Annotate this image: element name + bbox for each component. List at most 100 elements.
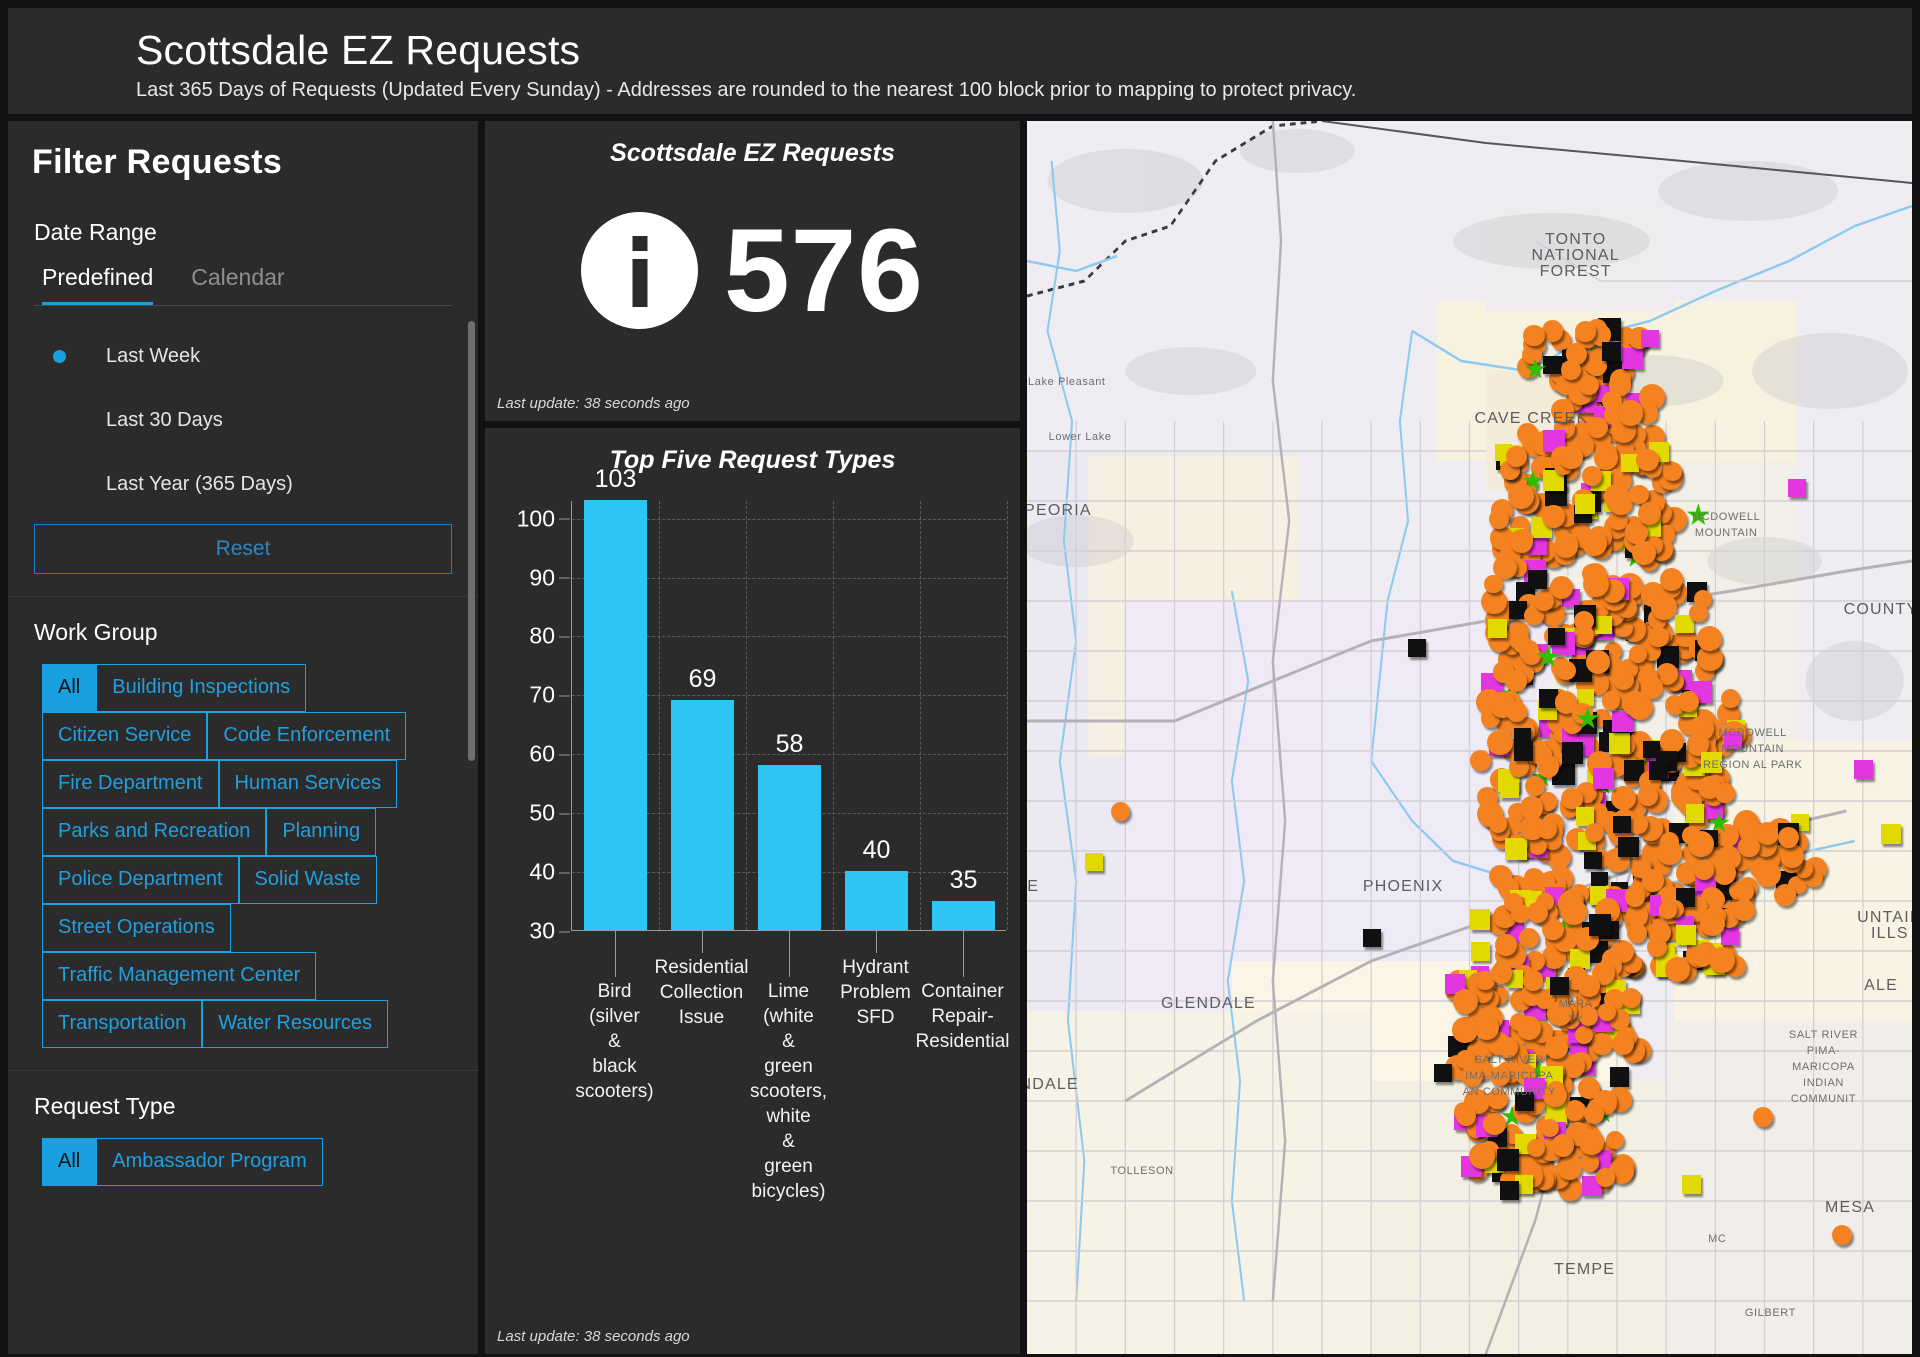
map-marker-circle[interactable] xyxy=(1505,446,1527,467)
map-marker-square[interactable] xyxy=(1547,627,1566,646)
map-marker-square[interactable] xyxy=(1504,837,1527,860)
work-group-chip-building-inspections[interactable]: Building Inspections xyxy=(96,664,307,712)
map-marker-circle[interactable] xyxy=(1488,814,1508,833)
map-marker-square[interactable] xyxy=(1593,767,1614,789)
map-marker-circle[interactable] xyxy=(1593,445,1619,470)
work-group-chip-fire-department[interactable]: Fire Department xyxy=(42,760,219,808)
map-marker-circle[interactable] xyxy=(1573,625,1594,646)
work-group-chip-traffic-management-center[interactable]: Traffic Management Center xyxy=(42,952,317,1000)
map-marker-circle[interactable] xyxy=(1586,650,1610,675)
map-marker-square[interactable] xyxy=(1561,742,1584,764)
map-marker-square[interactable] xyxy=(1721,927,1739,946)
map-marker-square[interactable] xyxy=(1363,928,1382,947)
map-marker-circle[interactable] xyxy=(1688,831,1714,857)
map-marker-circle[interactable] xyxy=(1521,344,1542,365)
request-type-chip-ambassador-program[interactable]: Ambassador Program xyxy=(96,1138,323,1186)
map-marker-square[interactable] xyxy=(1588,914,1611,937)
map-marker-circle[interactable] xyxy=(1611,1032,1634,1055)
map-marker-circle[interactable] xyxy=(1484,574,1503,594)
map-marker-circle[interactable] xyxy=(1611,785,1636,811)
map-marker-square[interactable] xyxy=(1609,732,1631,755)
map-marker-circle[interactable] xyxy=(1527,1138,1546,1157)
map-marker-square[interactable] xyxy=(1469,909,1491,930)
map-marker-circle[interactable] xyxy=(1551,1134,1575,1157)
map-marker-circle[interactable] xyxy=(1777,827,1799,848)
map-marker-circle[interactable] xyxy=(1689,603,1708,623)
map-marker-circle[interactable] xyxy=(1587,416,1608,438)
map-panel[interactable]: TONTO NATIONAL FOREST CAVE CREEK MCDOWELL … xyxy=(1027,121,1912,1354)
work-group-chip-human-services[interactable]: Human Services xyxy=(218,760,398,808)
map-marker-circle[interactable] xyxy=(1618,400,1644,426)
map-marker-circle[interactable] xyxy=(1580,1153,1600,1172)
map-marker-circle[interactable] xyxy=(1624,885,1646,907)
map-marker-circle[interactable] xyxy=(1591,1032,1613,1055)
map-marker-square[interactable] xyxy=(1496,1148,1520,1171)
chart-bar[interactable] xyxy=(845,871,908,930)
work-group-chip-all[interactable]: All xyxy=(42,664,97,712)
map-marker-square[interactable] xyxy=(1613,815,1631,834)
bar-chart[interactable]: 30 40 50 60 70 80 90 100 103 69 58 40 35 xyxy=(499,465,1008,944)
map-marker-circle[interactable] xyxy=(1483,1112,1506,1136)
map-marker-circle[interactable] xyxy=(1656,840,1682,866)
work-group-chip-transportation[interactable]: Transportation xyxy=(42,1000,203,1048)
map-marker-circle[interactable] xyxy=(1574,320,1596,342)
map-marker-square[interactable] xyxy=(1407,638,1426,657)
map-marker-circle[interactable] xyxy=(1561,899,1587,925)
map-marker-circle[interactable] xyxy=(1699,911,1725,937)
map-marker-square[interactable] xyxy=(1500,1181,1520,1201)
map-marker-circle[interactable] xyxy=(1542,505,1565,528)
map-marker-circle[interactable] xyxy=(1565,1100,1586,1121)
map-marker-circle[interactable] xyxy=(1678,690,1699,712)
map-marker-square[interactable] xyxy=(1543,355,1562,375)
map-marker-circle[interactable] xyxy=(1509,529,1534,553)
map-marker-circle[interactable] xyxy=(1585,822,1604,842)
map-marker-circle[interactable] xyxy=(1714,782,1735,803)
map-marker-square[interactable] xyxy=(1513,741,1533,761)
map-marker-circle[interactable] xyxy=(1648,626,1669,648)
reset-button[interactable]: Reset xyxy=(34,524,452,574)
map-marker-square[interactable] xyxy=(1584,852,1602,870)
map-marker-square[interactable] xyxy=(1084,853,1103,872)
map-marker-circle[interactable] xyxy=(1516,1015,1542,1040)
map-marker-circle[interactable] xyxy=(1111,801,1131,821)
work-group-chip-police-department[interactable]: Police Department xyxy=(42,856,239,904)
radio-last-year[interactable]: Last Year (365 Days) xyxy=(42,452,452,516)
map-marker-circle[interactable] xyxy=(1583,570,1610,597)
request-type-chip-all[interactable]: All xyxy=(42,1138,97,1186)
map-marker-circle[interactable] xyxy=(1637,501,1661,525)
map-marker-circle[interactable] xyxy=(1578,975,1601,997)
map-marker-circle[interactable] xyxy=(1490,962,1513,984)
map-marker-circle[interactable] xyxy=(1651,593,1678,620)
map-marker-square[interactable] xyxy=(1788,478,1807,497)
map-marker-square[interactable] xyxy=(1499,778,1519,798)
map-marker-circle[interactable] xyxy=(1582,530,1608,556)
work-group-chip-citizen-service[interactable]: Citizen Service xyxy=(42,712,208,760)
map-marker-circle[interactable] xyxy=(1560,359,1581,380)
map-marker-circle[interactable] xyxy=(1487,730,1513,756)
radio-last-week[interactable]: Last Week xyxy=(42,324,452,388)
work-group-chip-solid-waste[interactable]: Solid Waste xyxy=(238,856,377,904)
map-marker-square[interactable] xyxy=(1649,761,1668,781)
map-marker-circle[interactable] xyxy=(1542,919,1564,941)
map-marker-circle[interactable] xyxy=(1523,325,1545,347)
filter-scroll-container[interactable]: Date Range Predefined Calendar Last Week… xyxy=(8,121,478,1354)
map-marker-circle[interactable] xyxy=(1523,970,1544,991)
map-marker-square[interactable] xyxy=(1610,1067,1630,1087)
work-group-chip-parks-and-recreation[interactable]: Parks and Recreation xyxy=(42,808,267,856)
map-marker-square[interactable] xyxy=(1676,924,1697,945)
map-marker-circle[interactable] xyxy=(1663,462,1682,481)
map-marker-square[interactable] xyxy=(1594,616,1613,634)
map-marker-square[interactable] xyxy=(1685,804,1705,823)
radio-last-30-days[interactable]: Last 30 Days xyxy=(42,388,452,452)
chart-bar[interactable] xyxy=(932,900,995,930)
work-group-chip-water-resources[interactable]: Water Resources xyxy=(202,1000,388,1048)
map-marker-circle[interactable] xyxy=(1556,1154,1583,1180)
work-group-chip-street-operations[interactable]: Street Operations xyxy=(42,904,231,952)
tab-predefined[interactable]: Predefined xyxy=(42,264,154,305)
chart-bar[interactable] xyxy=(584,500,647,930)
map-marker-circle[interactable] xyxy=(1659,567,1683,591)
map-marker-circle[interactable] xyxy=(1628,814,1648,834)
map-marker-square[interactable] xyxy=(1434,1064,1453,1083)
map-marker-circle[interactable] xyxy=(1665,956,1690,982)
map-marker-circle[interactable] xyxy=(1561,787,1583,810)
